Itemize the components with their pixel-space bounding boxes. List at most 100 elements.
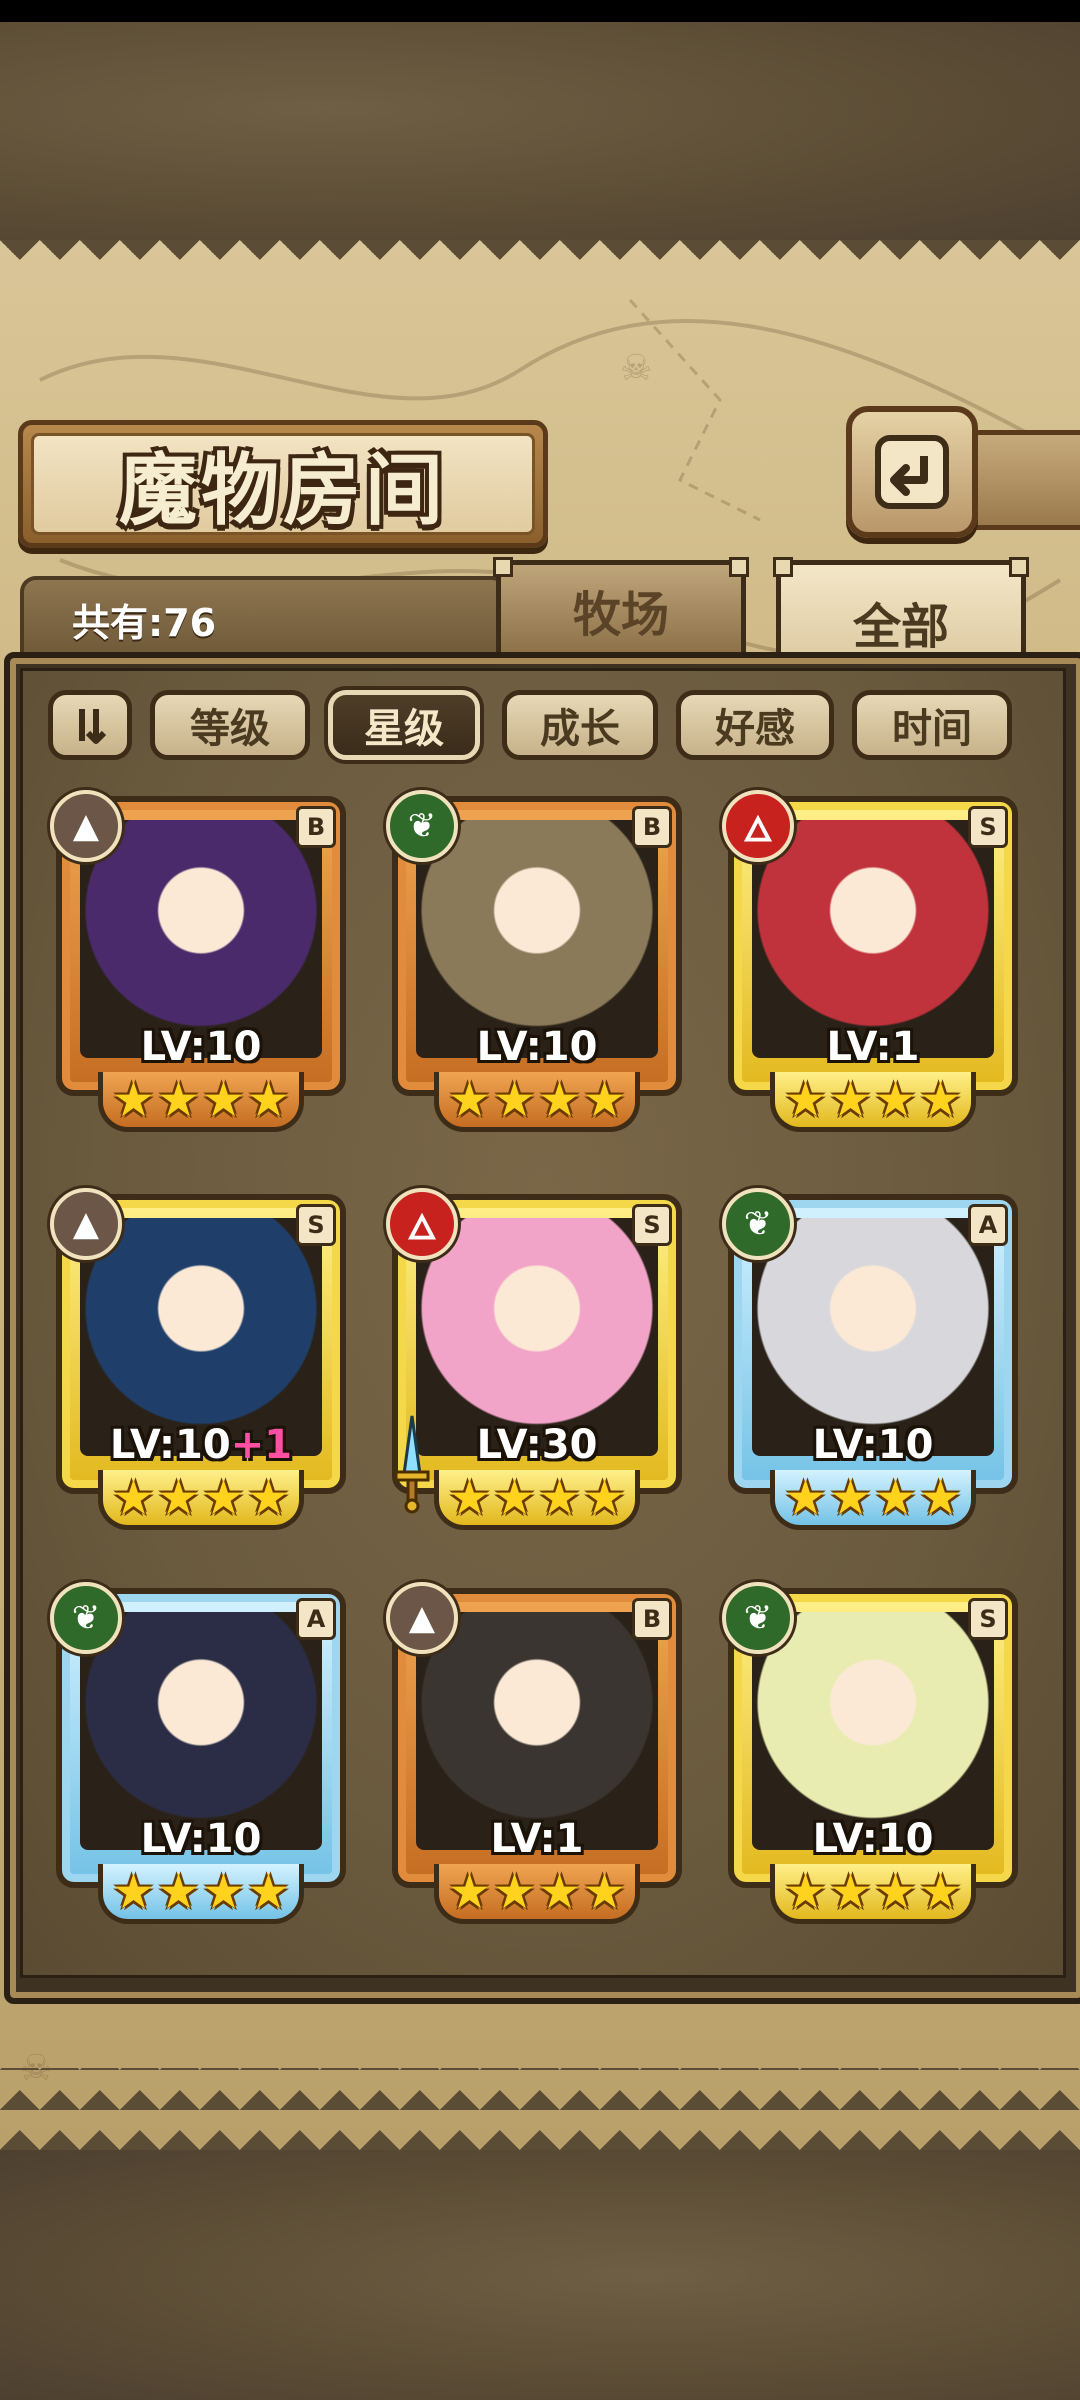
level-text: LV:30 <box>476 1422 598 1468</box>
earth-element-icon: ▲ <box>50 1188 122 1260</box>
star-icon: ★ <box>583 1863 627 1920</box>
wood-element-icon: ❦ <box>386 790 458 862</box>
rank-badge: B <box>632 1598 672 1640</box>
level-text: LV:10 <box>812 1816 934 1862</box>
fire-element-icon: 🜂 <box>386 1188 458 1260</box>
star-rating: ★ ★ ★ ★ <box>434 1864 640 1924</box>
sort-level-label: 等级 <box>190 706 270 752</box>
tab-all-corner <box>1009 557 1029 577</box>
monster-portrait <box>80 820 322 1058</box>
monster-count: 共有:76 <box>72 601 217 645</box>
tab-ranch-corner <box>729 557 749 577</box>
sort-star-label: 星级 <box>364 706 444 752</box>
monster-level: LV:10 <box>424 1024 650 1070</box>
level-bonus: +1 <box>230 1422 293 1468</box>
star-icon: ★ <box>828 1071 872 1128</box>
star-icon: ★ <box>783 1863 827 1920</box>
sort-time-label: 时间 <box>892 706 972 752</box>
background-bottom <box>0 2150 1080 2400</box>
star-icon: ★ <box>156 1071 200 1128</box>
sort-affection-button[interactable]: 好感 <box>676 690 834 760</box>
star-icon: ★ <box>111 1863 155 1920</box>
wood-element-icon: ❦ <box>50 1582 122 1654</box>
star-icon: ★ <box>447 1071 491 1128</box>
wood-element-icon: ❦ <box>722 1582 794 1654</box>
star-icon: ★ <box>538 1863 582 1920</box>
star-icon: ★ <box>202 1469 246 1526</box>
level-text: LV:1 <box>826 1024 920 1070</box>
back-button-tail <box>960 430 1080 530</box>
rank-badge: S <box>968 806 1008 848</box>
star-icon: ★ <box>447 1863 491 1920</box>
sort-growth-label: 成长 <box>540 706 620 752</box>
sort-order-toggle[interactable] <box>48 690 132 760</box>
star-rating: ★ ★ ★ ★ <box>434 1470 640 1530</box>
monster-portrait <box>416 1612 658 1850</box>
zigzag-top-edge <box>0 240 1080 280</box>
star-icon: ★ <box>828 1863 872 1920</box>
monster-card[interactable]: B ▲ LV:1 ★ ★ ★ ★ <box>384 1580 690 1926</box>
star-rating: ★ ★ ★ ★ <box>98 1864 304 1924</box>
monster-portrait <box>416 820 658 1058</box>
background-top <box>0 22 1080 240</box>
tab-ranch-label: 牧场 <box>572 587 669 643</box>
monster-portrait <box>752 1218 994 1456</box>
monster-card[interactable]: S ❦ LV:10 ★ ★ ★ ★ <box>720 1580 1026 1926</box>
star-icon: ★ <box>447 1469 491 1526</box>
monster-card[interactable]: A ❦ LV:10 ★ ★ ★ ★ <box>48 1580 354 1926</box>
star-icon: ★ <box>583 1469 627 1526</box>
star-icon: ★ <box>492 1071 536 1128</box>
tab-ranch-corner <box>493 557 513 577</box>
star-icon: ★ <box>247 1863 291 1920</box>
star-icon: ★ <box>492 1469 536 1526</box>
star-icon: ★ <box>919 1469 963 1526</box>
monster-card[interactable]: B ▲ LV:10 ★ ★ ★ ★ <box>48 788 354 1134</box>
monster-level: LV:10 <box>760 1816 986 1862</box>
monster-card[interactable]: B ❦ LV:10 ★ ★ ★ ★ <box>384 788 690 1134</box>
star-icon: ★ <box>538 1469 582 1526</box>
monster-card[interactable]: A ❦ LV:10 ★ ★ ★ ★ <box>720 1186 1026 1532</box>
monster-card[interactable]: S ▲ LV:10+1 ★ ★ ★ ★ <box>48 1186 354 1532</box>
star-icon: ★ <box>874 1863 918 1920</box>
sort-toggle-icon <box>79 709 107 744</box>
sort-level-button[interactable]: 等级 <box>150 690 310 760</box>
star-rating: ★ ★ ★ ★ <box>98 1072 304 1132</box>
rank-badge: B <box>296 806 336 848</box>
star-icon: ★ <box>202 1071 246 1128</box>
star-icon: ★ <box>874 1071 918 1128</box>
level-text: LV:1 <box>490 1816 584 1862</box>
monster-level: LV:10+1 <box>88 1422 314 1468</box>
star-icon: ★ <box>156 1469 200 1526</box>
monster-level: LV:1 <box>424 1816 650 1862</box>
star-icon: ★ <box>111 1071 155 1128</box>
star-icon: ★ <box>583 1071 627 1128</box>
sort-star-button[interactable]: 星级 <box>328 690 480 760</box>
title-plate: 魔物房间 <box>18 420 548 548</box>
tab-all-corner <box>773 557 793 577</box>
star-icon: ★ <box>156 1863 200 1920</box>
star-rating: ★ ★ ★ ★ <box>770 1470 976 1530</box>
fire-element-icon: 🜂 <box>722 790 794 862</box>
star-icon: ★ <box>247 1469 291 1526</box>
monster-card[interactable]: S 🜂 LV:1 ★ ★ ★ ★ <box>720 788 1026 1134</box>
level-text: LV:10 <box>476 1024 598 1070</box>
rank-badge: S <box>296 1204 336 1246</box>
sort-growth-button[interactable]: 成长 <box>502 690 658 760</box>
rank-badge: A <box>968 1204 1008 1246</box>
tab-ranch[interactable]: 牧场 <box>493 557 749 655</box>
level-text: LV:10 <box>140 1816 262 1862</box>
monster-portrait <box>752 820 994 1058</box>
star-rating: ★ ★ ★ ★ <box>434 1072 640 1132</box>
monster-level: LV:10 <box>88 1816 314 1862</box>
monster-level: LV:30 <box>424 1422 650 1468</box>
star-rating: ★ ★ ★ ★ <box>98 1470 304 1530</box>
monster-portrait <box>80 1612 322 1850</box>
star-icon: ★ <box>919 1863 963 1920</box>
earth-element-icon: ▲ <box>50 790 122 862</box>
svg-text:☠: ☠ <box>620 348 652 389</box>
back-button[interactable] <box>846 406 978 538</box>
monster-portrait <box>80 1218 322 1456</box>
sort-time-button[interactable]: 时间 <box>852 690 1012 760</box>
zigzag-bottom-edge <box>0 2068 1080 2150</box>
star-icon: ★ <box>492 1863 536 1920</box>
